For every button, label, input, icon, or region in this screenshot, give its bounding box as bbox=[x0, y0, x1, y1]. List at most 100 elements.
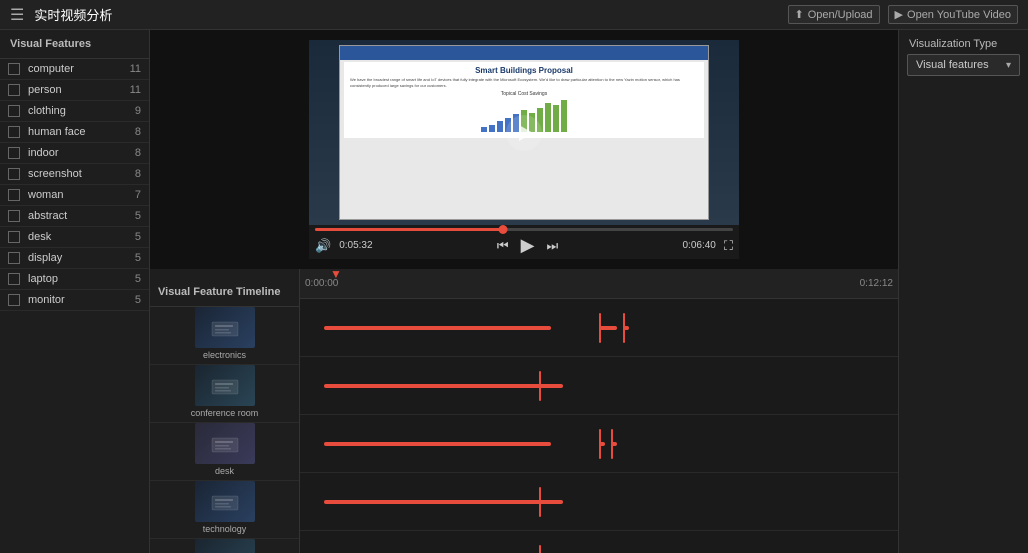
viz-type-dropdown[interactable]: Visual features ▾ bbox=[907, 54, 1020, 76]
thumb-scene bbox=[195, 423, 255, 464]
header: ☰ 实时视频分析 ⬆ Open/Upload ▶ Open YouTube Vi… bbox=[0, 0, 1028, 30]
track-segment bbox=[324, 384, 563, 388]
feature-checkbox[interactable] bbox=[8, 84, 20, 96]
track-marker bbox=[599, 313, 601, 343]
thumb-svg bbox=[210, 318, 240, 338]
feature-count: 5 bbox=[121, 210, 141, 222]
feature-count: 11 bbox=[121, 63, 141, 75]
track-rows bbox=[300, 299, 898, 553]
menu-icon[interactable]: ☰ bbox=[10, 5, 24, 25]
doc-main-title: Smart Buildings Proposal bbox=[350, 66, 698, 75]
feature-checkbox[interactable] bbox=[8, 63, 20, 75]
feature-item-display[interactable]: display 5 bbox=[0, 248, 149, 269]
video-container: Smart Buildings Proposal We have the bro… bbox=[309, 40, 739, 259]
feature-count: 9 bbox=[121, 105, 141, 117]
fast-forward-icon[interactable]: ⏭ bbox=[546, 238, 558, 254]
feature-checkbox[interactable] bbox=[8, 273, 20, 285]
time-current: 0:05:32 bbox=[339, 240, 372, 251]
feature-checkbox[interactable] bbox=[8, 126, 20, 138]
timeline-area: Visual Feature Timeline electronics bbox=[150, 269, 898, 553]
feature-checkbox[interactable] bbox=[8, 189, 20, 201]
controls-left: 🔊 0:05:32 bbox=[315, 238, 373, 254]
playhead-arrow: ▼ bbox=[330, 269, 342, 281]
thumb-svg bbox=[210, 376, 240, 396]
feature-name: laptop bbox=[28, 273, 121, 285]
play-button[interactable] bbox=[506, 115, 542, 151]
timeline-label-desk: desk bbox=[150, 423, 299, 481]
feature-count: 5 bbox=[121, 294, 141, 306]
feature-checkbox[interactable] bbox=[8, 147, 20, 159]
feature-item-clothing[interactable]: clothing 9 bbox=[0, 101, 149, 122]
feature-name: display bbox=[28, 252, 121, 264]
timeline-label-list: electronics conference room bbox=[150, 307, 299, 553]
feature-item-desk[interactable]: desk 5 bbox=[0, 227, 149, 248]
feature-name: computer bbox=[28, 63, 121, 75]
feature-item-computer[interactable]: computer 11 bbox=[0, 59, 149, 80]
track-segment bbox=[324, 326, 551, 330]
feature-item-person[interactable]: person 11 bbox=[0, 80, 149, 101]
feature-name: woman bbox=[28, 189, 121, 201]
controls-right: 0:06:40 ⛶ bbox=[683, 238, 733, 254]
rewind-icon[interactable]: ⏮ bbox=[497, 238, 509, 254]
timeline-header: 0:00:00 ▼ 0:12:12 bbox=[300, 269, 898, 299]
timeline-title: Visual Feature Timeline bbox=[150, 277, 299, 307]
feature-item-screenshot[interactable]: screenshot 8 bbox=[0, 164, 149, 185]
upload-icon: ⬆ bbox=[795, 8, 804, 21]
playhead: ▼ bbox=[330, 269, 342, 281]
youtube-icon: ▶ bbox=[895, 8, 903, 21]
open-upload-label: Open/Upload bbox=[808, 9, 873, 21]
doc-titlebar bbox=[340, 46, 708, 60]
track-row-technology bbox=[300, 473, 898, 531]
header-actions: ⬆ Open/Upload ▶ Open YouTube Video bbox=[788, 5, 1019, 24]
feature-checkbox[interactable] bbox=[8, 231, 20, 243]
feature-name: monitor bbox=[28, 294, 121, 306]
timeline-label-people: people bbox=[150, 539, 299, 553]
chevron-down-icon: ▾ bbox=[1006, 60, 1011, 71]
chart-bar bbox=[497, 121, 503, 133]
right-panel: Visualization Type Visual features ▾ bbox=[898, 30, 1028, 553]
feature-checkbox[interactable] bbox=[8, 294, 20, 306]
play-pause-icon[interactable]: ▶ bbox=[521, 235, 535, 256]
center-controls: ⏮ ▶ ⏭ bbox=[497, 235, 558, 256]
open-youtube-label: Open YouTube Video bbox=[907, 9, 1011, 21]
thumb-scene bbox=[195, 539, 255, 553]
thumb-placeholder bbox=[195, 423, 255, 464]
feature-checkbox[interactable] bbox=[8, 210, 20, 222]
thumb-label: technology bbox=[203, 524, 247, 534]
timeline-label-technology: technology bbox=[150, 481, 299, 539]
doc-body-text: We have the broadest range of smart life… bbox=[350, 77, 698, 88]
thumb-placeholder bbox=[195, 539, 255, 553]
progress-fill bbox=[315, 228, 503, 231]
fullscreen-icon[interactable]: ⛶ bbox=[724, 238, 733, 254]
chart-bar bbox=[489, 125, 495, 133]
feature-name: abstract bbox=[28, 210, 121, 222]
feature-item-human-face[interactable]: human face 8 bbox=[0, 122, 149, 143]
thumb-placeholder bbox=[195, 307, 255, 348]
open-youtube-button[interactable]: ▶ Open YouTube Video bbox=[888, 5, 1018, 24]
progress-bar[interactable] bbox=[315, 228, 733, 231]
feature-name: human face bbox=[28, 126, 121, 138]
feature-checkbox[interactable] bbox=[8, 168, 20, 180]
thumb-scene bbox=[195, 365, 255, 406]
feature-count: 5 bbox=[121, 273, 141, 285]
feature-name: clothing bbox=[28, 105, 121, 117]
progress-dot bbox=[499, 225, 508, 234]
feature-checkbox[interactable] bbox=[8, 105, 20, 117]
volume-icon[interactable]: 🔊 bbox=[315, 238, 331, 254]
feature-list: computer 11 person 11 clothing 9 human f… bbox=[0, 59, 149, 311]
track-row-desk bbox=[300, 415, 898, 473]
feature-item-laptop[interactable]: laptop 5 bbox=[0, 269, 149, 290]
feature-count: 5 bbox=[121, 252, 141, 264]
thumb-label: conference room bbox=[191, 408, 259, 418]
feature-checkbox[interactable] bbox=[8, 252, 20, 264]
feature-item-monitor[interactable]: monitor 5 bbox=[0, 290, 149, 311]
feature-item-woman[interactable]: woman 7 bbox=[0, 185, 149, 206]
open-upload-button[interactable]: ⬆ Open/Upload bbox=[788, 5, 880, 24]
feature-name: person bbox=[28, 84, 121, 96]
track-segment bbox=[324, 500, 563, 504]
feature-item-indoor[interactable]: indoor 8 bbox=[0, 143, 149, 164]
timeline-label-electronics: electronics bbox=[150, 307, 299, 365]
feature-item-abstract[interactable]: abstract 5 bbox=[0, 206, 149, 227]
thumb-placeholder bbox=[195, 365, 255, 406]
controls-row: 🔊 0:05:32 ⏮ ▶ ⏭ 0:06:40 ⛶ bbox=[315, 235, 733, 256]
